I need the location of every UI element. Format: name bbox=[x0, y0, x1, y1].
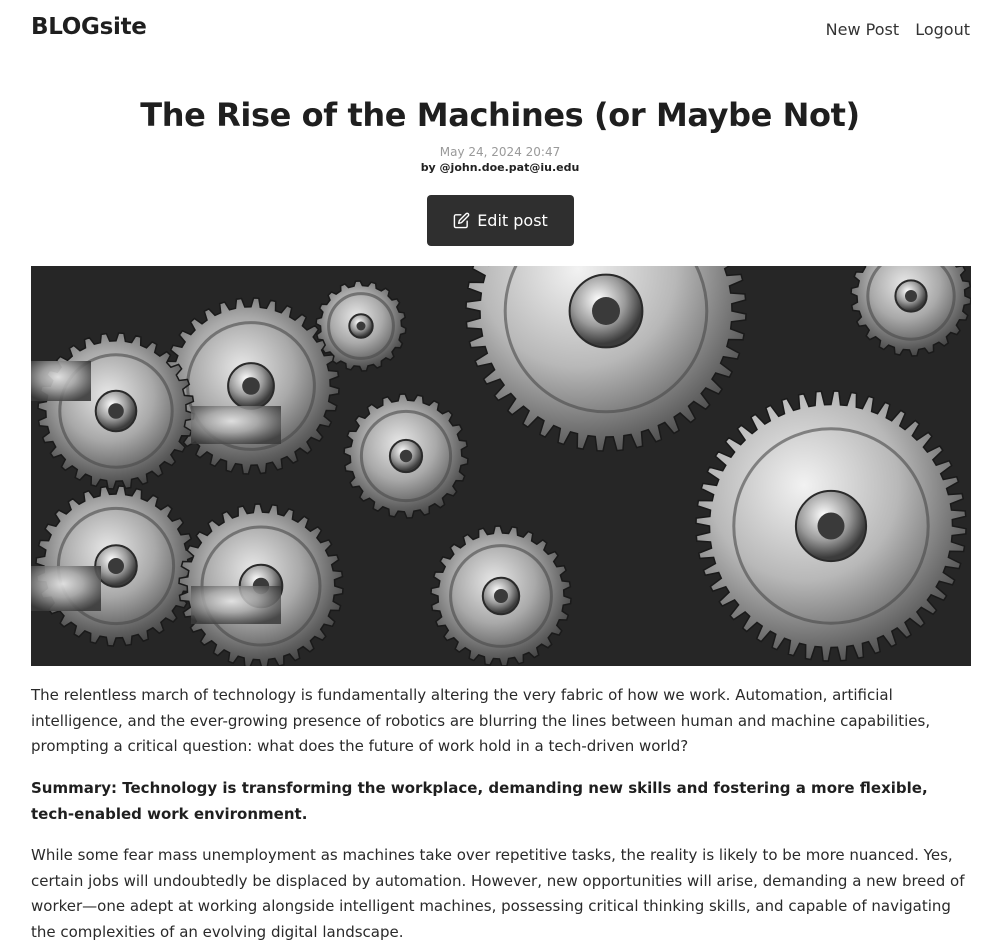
post-title: The Rise of the Machines (or Maybe Not) bbox=[140, 96, 860, 134]
gear-bore bbox=[905, 290, 917, 302]
post-paragraph-2: While some fear mass unemployment as mac… bbox=[31, 846, 965, 941]
post-paragraph-1: The relentless march of technology is fu… bbox=[31, 686, 931, 755]
gears-image bbox=[31, 266, 971, 666]
new-post-link[interactable]: New Post bbox=[826, 20, 899, 39]
gear-bore bbox=[108, 403, 124, 419]
site-header: BLOGsite New Post Logout bbox=[0, 0, 986, 62]
edit-post-button[interactable]: Edit post bbox=[427, 195, 574, 246]
post-date: May 24, 2024 20:47 bbox=[439, 145, 561, 159]
gear-bore bbox=[399, 449, 413, 463]
top-nav: New Post Logout bbox=[815, 20, 970, 39]
edit-icon bbox=[453, 212, 470, 229]
gear-bore bbox=[592, 297, 620, 325]
post-author: by @john.doe.pat@iu.edu bbox=[420, 161, 580, 174]
logout-link[interactable]: Logout bbox=[915, 20, 970, 39]
gear-bore bbox=[108, 558, 124, 574]
gear-bore bbox=[494, 589, 508, 603]
gear-bore bbox=[817, 512, 845, 540]
gear-bore bbox=[242, 377, 260, 395]
gear-bore bbox=[356, 321, 366, 331]
edit-post-label: Edit post bbox=[477, 211, 548, 230]
site-brand[interactable]: BLOGsite bbox=[31, 14, 147, 40]
post-image bbox=[31, 266, 971, 666]
post-summary: Summary: Technology is transforming the … bbox=[31, 779, 928, 823]
